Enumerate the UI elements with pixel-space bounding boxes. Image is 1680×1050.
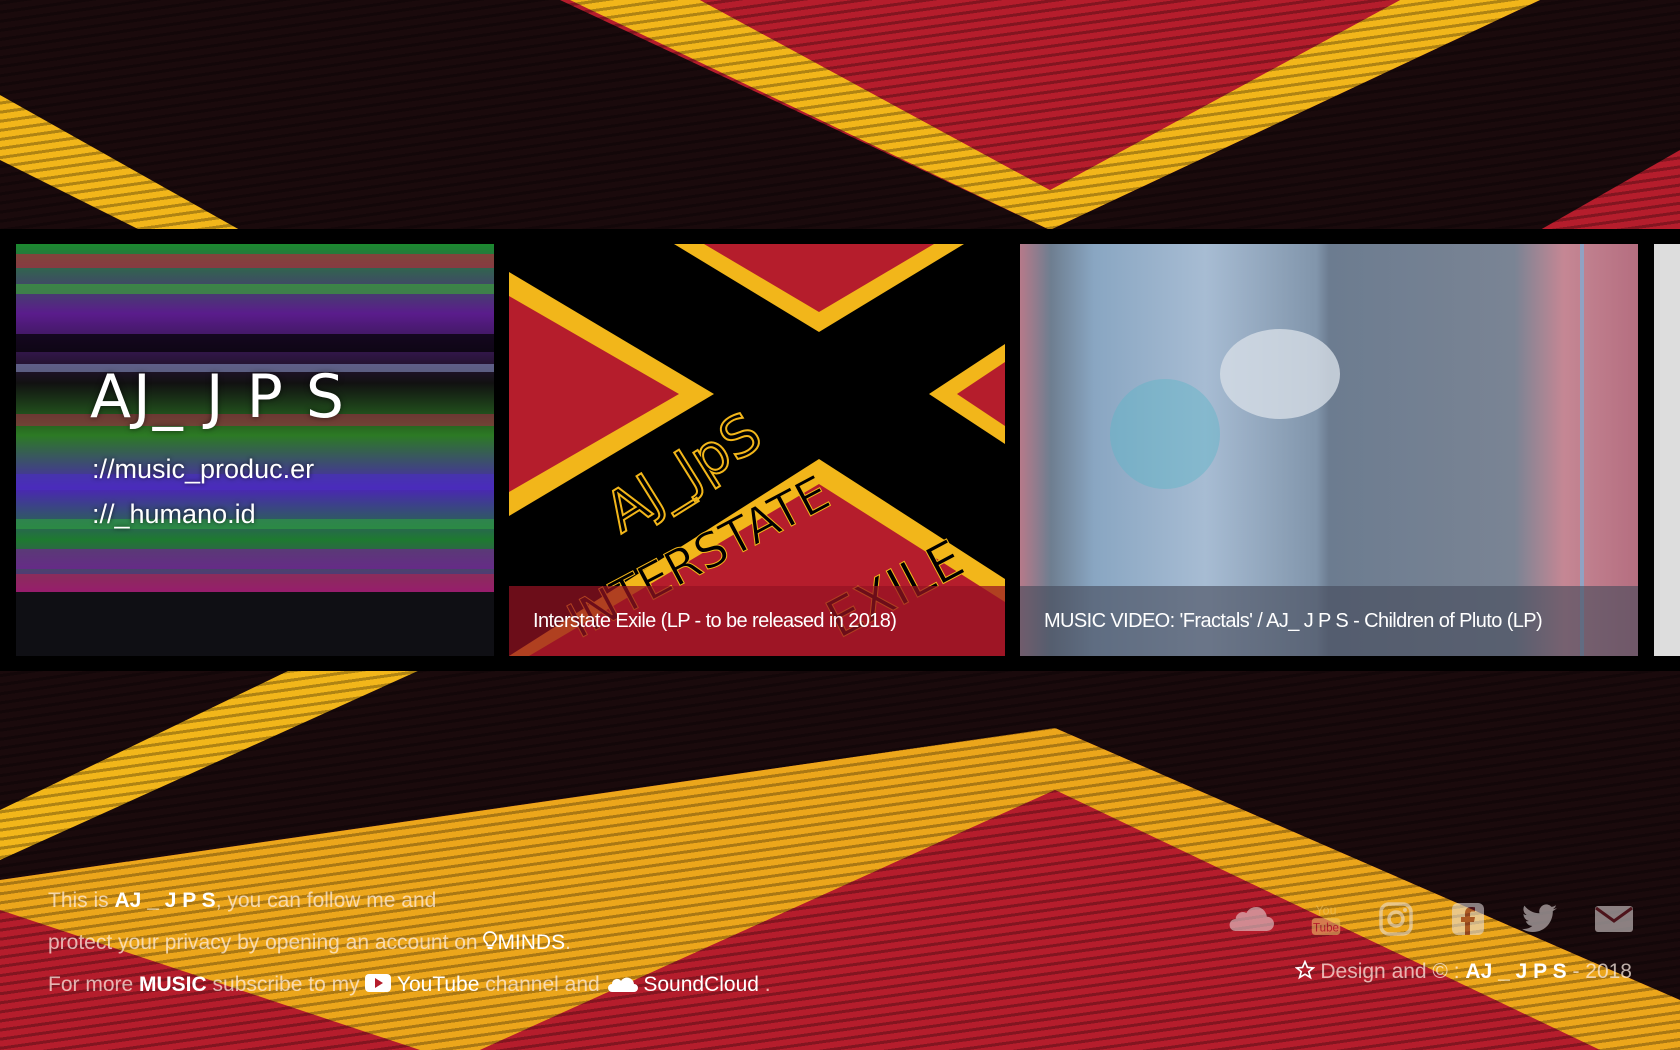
artist-name: AJ _ J P S	[114, 889, 216, 912]
soundcloud-link[interactable]: SoundCloud	[606, 973, 759, 996]
site-title: AJ_ J P S	[90, 362, 346, 432]
next-card-peek[interactable]	[1654, 244, 1680, 656]
instagram-icon[interactable]	[1378, 901, 1414, 937]
youtube-icon[interactable]: You Tube	[1310, 900, 1342, 938]
cloud-icon	[607, 977, 638, 992]
youtube-play-icon	[365, 974, 392, 992]
card-fractals-video[interactable]: MUSIC VIDEO: 'Fractals' / AJ_ J P S - Ch…	[1020, 244, 1638, 656]
twitter-icon[interactable]	[1522, 901, 1558, 937]
footer-line-1: This is AJ _ J P S, you can follow me an…	[48, 889, 437, 912]
svg-text:Tube: Tube	[1313, 922, 1339, 934]
social-links: You Tube	[1226, 900, 1634, 938]
star-outline-icon	[1294, 960, 1315, 980]
tagline-humanoid: ://_humano.id	[92, 499, 256, 529]
footer-line-3: For more MUSIC subscribe to my YouTube c…	[48, 973, 771, 996]
youtube-channel-link[interactable]: YouTube	[365, 973, 479, 996]
facebook-icon[interactable]	[1450, 901, 1486, 937]
intro-card-footer	[16, 592, 494, 656]
card-interstate-exile[interactable]: AJ_JpS INTERSTATE EXILE Interstate Exile…	[509, 244, 1005, 656]
lightbulb-icon	[483, 931, 498, 949]
minds-link[interactable]: MINDS	[483, 931, 565, 954]
featured-carousel[interactable]: AJ_ J P S ://music_produc.er ://_humano.…	[0, 229, 1680, 671]
intro-card: AJ_ J P S ://music_produc.er ://_humano.…	[16, 244, 494, 656]
mail-icon[interactable]	[1594, 904, 1634, 934]
card-caption[interactable]: Interstate Exile (LP - to be released in…	[509, 586, 1005, 656]
card-caption[interactable]: MUSIC VIDEO: 'Fractals' / AJ_ J P S - Ch…	[1020, 586, 1638, 656]
tagline-music-producer: ://music_produc.er	[92, 454, 315, 484]
copyright-notice: Design and © : AJ _ J P S - 2018	[1294, 960, 1632, 984]
svg-text:You: You	[1316, 904, 1337, 918]
soundcloud-icon[interactable]	[1226, 904, 1274, 934]
footer-line-2: protect your privacy by opening an accou…	[48, 931, 571, 954]
footer-about: This is AJ _ J P S, you can follow me an…	[48, 880, 771, 1006]
